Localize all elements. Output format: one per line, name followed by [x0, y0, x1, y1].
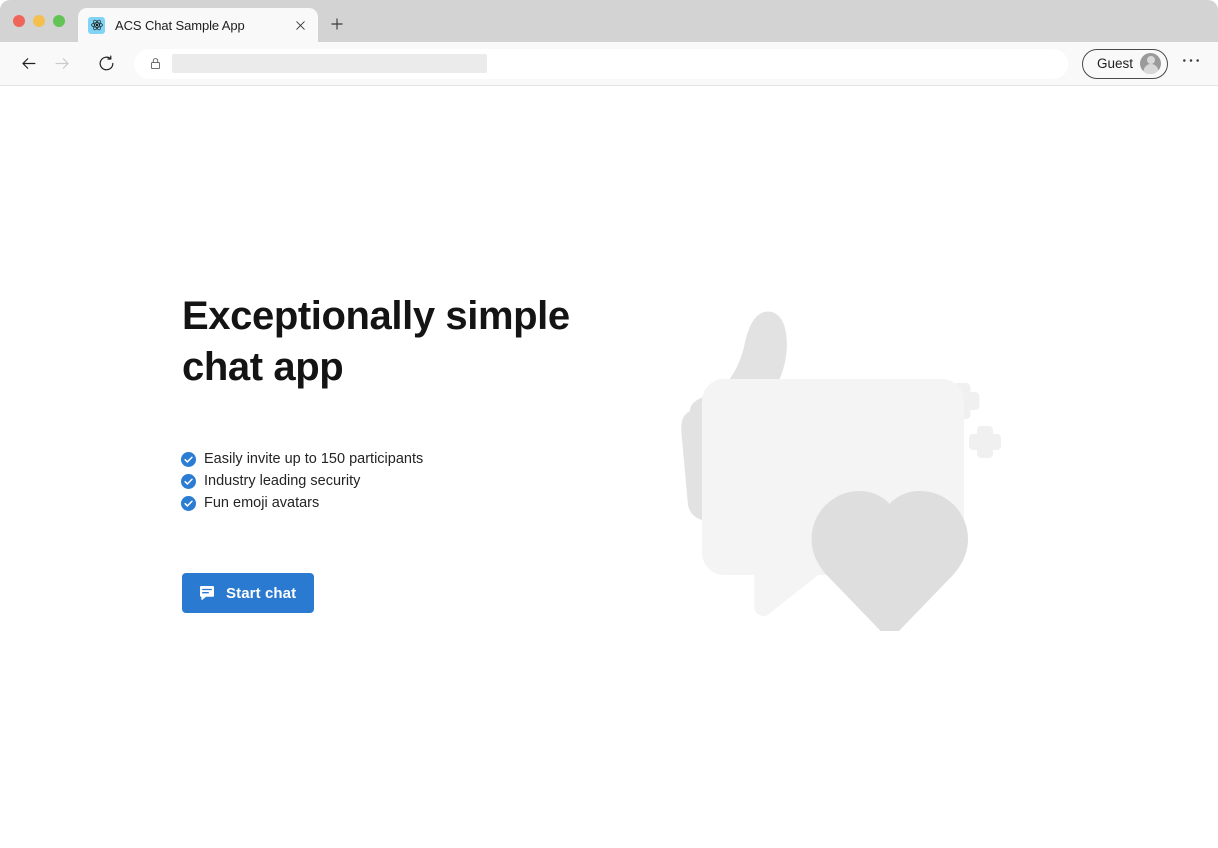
tab-title: ACS Chat Sample App: [115, 17, 245, 33]
reload-icon[interactable]: [90, 48, 122, 80]
profile-button[interactable]: Guest: [1081, 48, 1168, 79]
list-item: Fun emoji avatars: [181, 492, 423, 514]
page-title-line2: chat app: [182, 345, 344, 389]
feature-label: Easily invite up to 150 participants: [204, 451, 424, 467]
browser-tab[interactable]: ACS Chat Sample App: [78, 8, 318, 42]
window-close-button[interactable]: [13, 15, 25, 27]
chat-hero-illustration: [590, 271, 1040, 631]
address-bar[interactable]: [134, 48, 1068, 79]
feature-label: Industry leading security: [204, 473, 361, 489]
browser-toolbar: Guest: [0, 42, 1218, 86]
page-content: Exceptionally simple chat app Easily inv…: [0, 86, 1218, 848]
sparkle-plus-icon: [969, 426, 1001, 458]
start-chat-button[interactable]: Start chat: [182, 573, 315, 613]
react-logo-icon: [88, 16, 105, 34]
feature-list: Easily invite up to 150 participants Ind…: [181, 448, 423, 514]
url-input[interactable]: [172, 54, 487, 73]
window-controls: [13, 15, 65, 27]
lock-icon: [146, 55, 164, 73]
list-item: Industry leading security: [181, 470, 423, 492]
window-maximize-button[interactable]: [53, 15, 65, 27]
heart-icon: [811, 491, 968, 631]
person-avatar-icon: [1140, 53, 1161, 74]
check-circle-icon: [181, 495, 196, 511]
check-circle-icon: [181, 473, 196, 489]
feature-label: Fun emoji avatars: [204, 495, 320, 511]
profile-label: Guest: [1096, 56, 1133, 71]
check-circle-icon: [181, 451, 196, 467]
list-item: Easily invite up to 150 participants: [181, 448, 423, 470]
forward-arrow-icon: [46, 48, 78, 80]
page-title-line1: Exceptionally simple: [182, 294, 570, 338]
new-tab-button[interactable]: [324, 11, 350, 37]
back-arrow-icon[interactable]: [12, 48, 44, 80]
close-icon[interactable]: [290, 15, 310, 35]
start-chat-label: Start chat: [226, 584, 297, 602]
tab-strip: ACS Chat Sample App: [0, 0, 1218, 42]
ellipsis-icon[interactable]: [1176, 49, 1206, 79]
chat-bubble-icon: [198, 584, 216, 602]
window-minimize-button[interactable]: [33, 15, 45, 27]
hero-heading-block: Exceptionally simple chat app: [182, 291, 602, 393]
browser-window: ACS Chat Sample App Guest Exceptionally …: [0, 0, 1218, 848]
